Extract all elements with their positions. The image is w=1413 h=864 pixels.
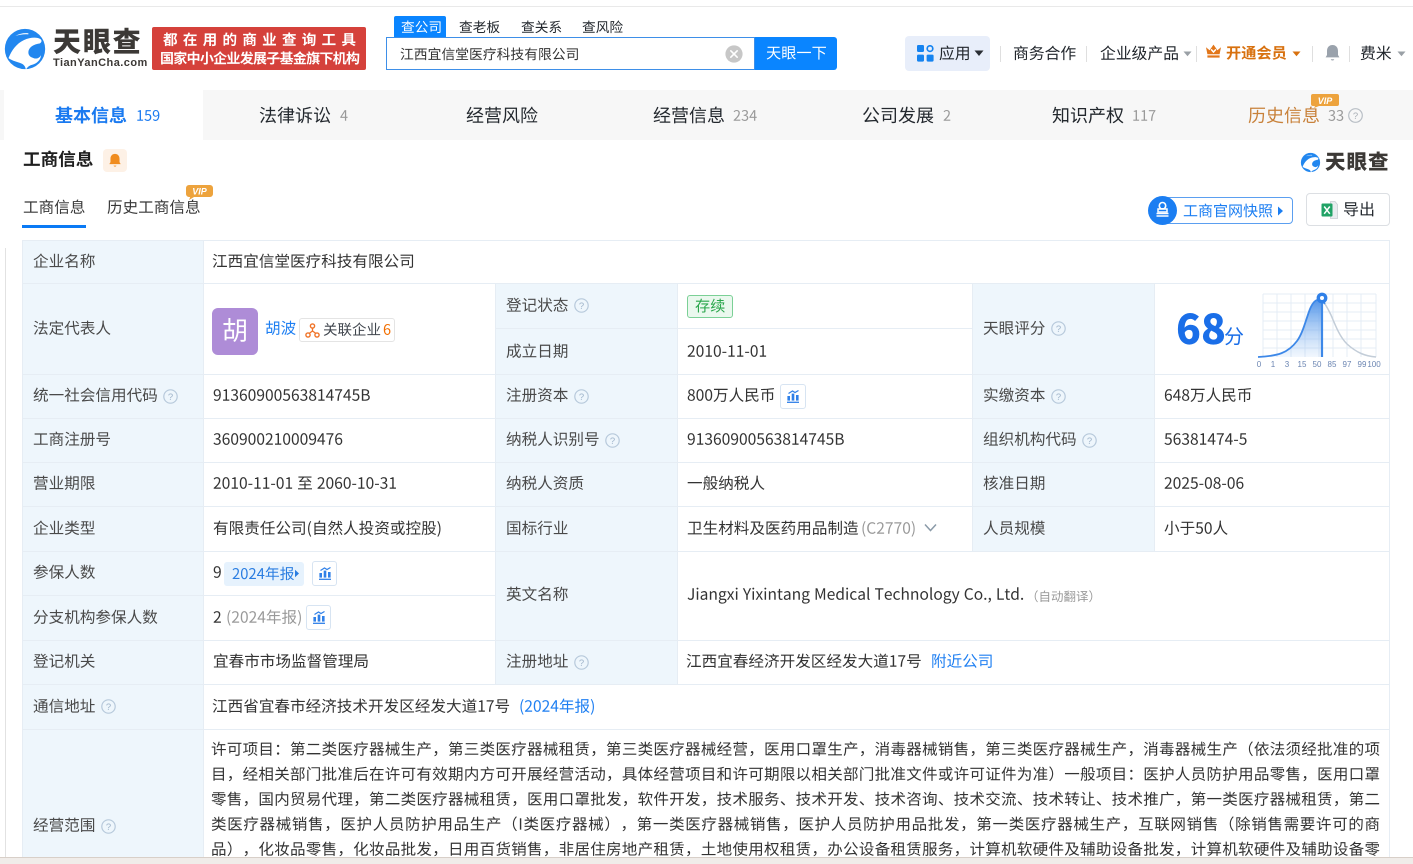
svg-text:?: ? — [579, 657, 584, 668]
svg-text:?: ? — [106, 821, 111, 832]
svg-text:99: 99 — [1358, 360, 1367, 369]
svg-text:97: 97 — [1343, 360, 1352, 369]
svg-text:?: ? — [1056, 391, 1061, 402]
svg-text:VIP: VIP — [192, 187, 208, 197]
svg-text:?: ? — [168, 391, 173, 402]
svg-text:?: ? — [579, 301, 584, 312]
svg-text:?: ? — [1353, 111, 1358, 122]
svg-text:50: 50 — [1313, 360, 1322, 369]
svg-text:3: 3 — [1285, 360, 1290, 369]
svg-text:85: 85 — [1328, 360, 1337, 369]
svg-text:?: ? — [579, 391, 584, 402]
svg-text:0: 0 — [1257, 360, 1262, 369]
svg-text:VIP: VIP — [1318, 96, 1334, 106]
svg-text:?: ? — [1056, 324, 1061, 335]
svg-text:?: ? — [610, 435, 615, 446]
svg-text:?: ? — [106, 702, 111, 713]
svg-text:100: 100 — [1367, 360, 1381, 369]
svg-text:1: 1 — [1271, 360, 1276, 369]
svg-text:15: 15 — [1298, 360, 1307, 369]
svg-text:?: ? — [1087, 435, 1092, 446]
